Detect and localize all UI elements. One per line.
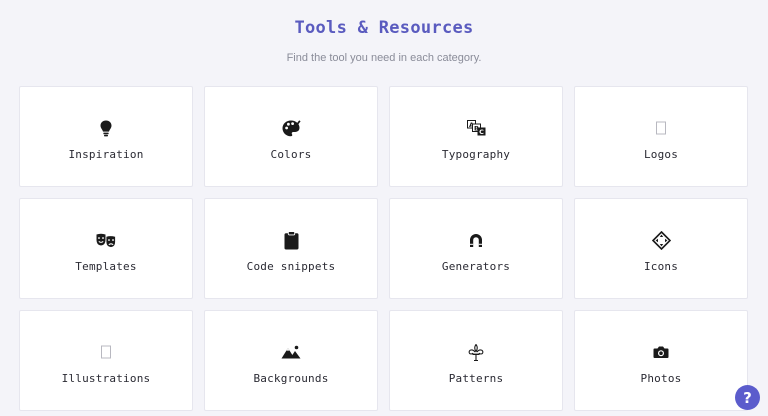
lightbulb-icon	[95, 118, 117, 138]
category-card-inspiration[interactable]: Inspiration	[19, 86, 193, 187]
magnet-icon	[465, 230, 487, 250]
category-label: Generators	[441, 260, 511, 273]
question-icon: ?	[743, 388, 752, 407]
category-card-photos[interactable]: Photos	[574, 310, 748, 411]
category-label: Inspiration	[68, 148, 144, 161]
palette-icon	[280, 118, 302, 138]
category-card-code-snippets[interactable]: Code snippets	[204, 198, 378, 299]
category-label: Illustrations	[61, 372, 151, 385]
category-card-patterns[interactable]: Patterns	[389, 310, 563, 411]
missing-glyph-icon	[95, 342, 117, 362]
category-card-colors[interactable]: Colors	[204, 86, 378, 187]
category-label: Backgrounds	[253, 372, 329, 385]
category-card-icons[interactable]: Icons	[574, 198, 748, 299]
clipboard-icon	[280, 230, 302, 250]
category-label: Logos	[643, 148, 679, 161]
category-card-templates[interactable]: Templates	[19, 198, 193, 299]
category-grid: Inspiration Colors A B C Typography Logo…	[19, 86, 748, 411]
category-label: Colors	[270, 148, 312, 161]
category-card-logos[interactable]: Logos	[574, 86, 748, 187]
category-label: Photos	[640, 372, 682, 385]
category-label: Typography	[441, 148, 511, 161]
category-card-typography[interactable]: A B C Typography	[389, 86, 563, 187]
svg-text:C: C	[479, 128, 484, 136]
diamond-arrows-icon	[650, 230, 672, 250]
category-label: Patterns	[448, 372, 504, 385]
category-label: Templates	[75, 260, 137, 273]
category-card-generators[interactable]: Generators	[389, 198, 563, 299]
category-label: Icons	[643, 260, 679, 273]
category-label: Code snippets	[246, 260, 336, 273]
page-title: Tools & Resources	[294, 18, 474, 38]
help-button[interactable]: ?	[735, 385, 760, 410]
fleur-de-lis-icon	[465, 342, 487, 362]
theater-masks-icon	[95, 230, 117, 250]
missing-glyph-icon	[650, 118, 672, 138]
mountain-icon	[280, 342, 302, 362]
page-subtitle: Find the tool you need in each category.	[286, 52, 482, 64]
category-card-backgrounds[interactable]: Backgrounds	[204, 310, 378, 411]
category-card-illustrations[interactable]: Illustrations	[19, 310, 193, 411]
spell-check-icon: A B C	[465, 118, 487, 138]
camera-icon	[650, 342, 672, 362]
